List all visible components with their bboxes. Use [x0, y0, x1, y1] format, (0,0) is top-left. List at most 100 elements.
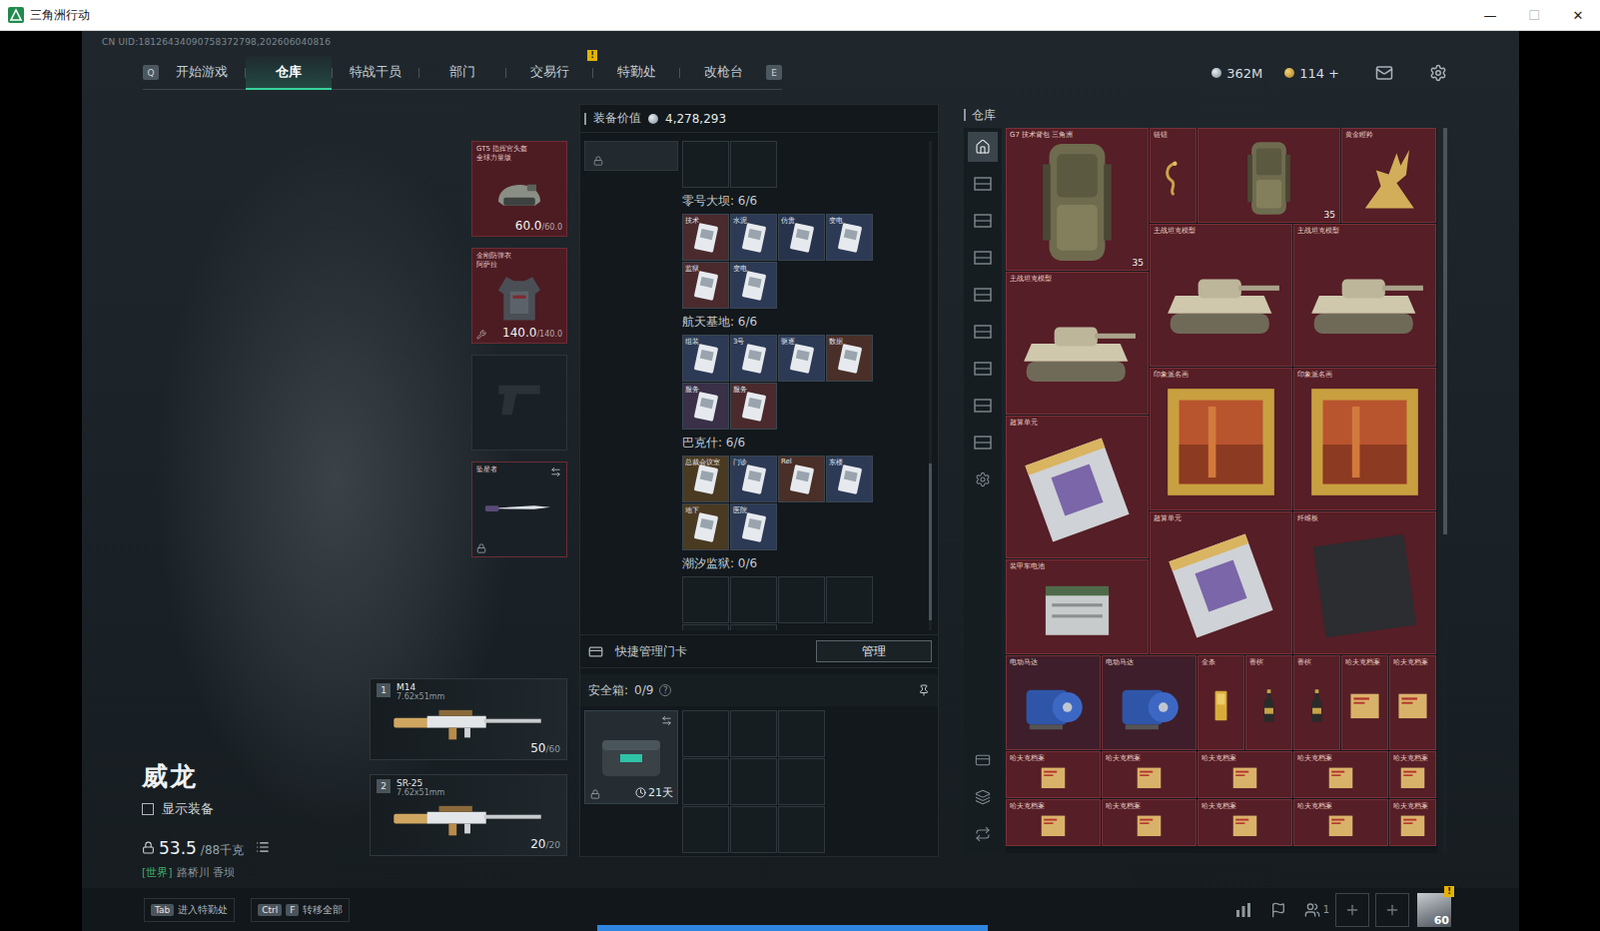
item[interactable]: G7 技术背包 三角洲35	[1005, 127, 1149, 271]
warehouse-tab[interactable]	[967, 131, 998, 162]
empty-cell[interactable]	[730, 805, 778, 853]
key-card[interactable]: 水泥	[730, 213, 778, 261]
item[interactable]: 装甲车电池	[1005, 559, 1149, 655]
key-card[interactable]: 总裁会议室	[682, 455, 730, 503]
key-card[interactable]: 组装	[682, 334, 730, 382]
key-card[interactable]: 变电	[730, 261, 778, 309]
item[interactable]: 哈夫克档案	[1101, 751, 1197, 799]
key-card[interactable]: 服务	[730, 382, 778, 430]
key-card[interactable]: 监狱	[682, 261, 730, 309]
key-card[interactable]: 医院	[730, 503, 778, 551]
empty-cell[interactable]	[730, 576, 778, 624]
empty-cell[interactable]	[778, 805, 825, 853]
item[interactable]: 超算单元	[1005, 415, 1149, 559]
item[interactable]: 哈夫克档案	[1005, 751, 1101, 799]
scroll-thumb[interactable]	[1443, 127, 1448, 535]
empty-cell[interactable]	[778, 710, 825, 758]
nav-tab[interactable]: 开始游戏	[158, 55, 245, 90]
warehouse-tab[interactable]	[967, 390, 998, 421]
gear-slot[interactable]: 坠星者	[471, 461, 568, 558]
item[interactable]: 35	[1197, 127, 1341, 223]
warehouse-tool[interactable]	[967, 782, 998, 812]
currency[interactable]: 362M	[1211, 65, 1263, 81]
add-team-slot[interactable]	[1335, 892, 1370, 927]
key-card[interactable]: 驱逐	[778, 334, 825, 382]
key-card[interactable]: 变电	[825, 213, 873, 261]
weapon-slot[interactable]: 2SR-257.62x51mm20/20	[369, 774, 568, 856]
swap-button[interactable]	[661, 715, 673, 727]
stats-icon[interactable]	[1234, 901, 1253, 918]
warehouse-tab[interactable]	[967, 279, 998, 310]
help-button[interactable]: ?	[659, 684, 672, 697]
add-team-slot[interactable]	[1375, 892, 1410, 927]
window-button[interactable]: ☐	[1512, 0, 1557, 30]
item[interactable]: 香槟	[1245, 655, 1293, 751]
empty-cell[interactable]	[682, 140, 730, 188]
key-card[interactable]: 门诊	[730, 455, 778, 503]
item[interactable]: 哈夫克档案	[1293, 751, 1389, 799]
settings-button[interactable]	[1429, 63, 1448, 82]
item[interactable]: 哈夫克档案	[1389, 655, 1437, 751]
key-hint-button[interactable]: CtrlF转移全部	[250, 897, 350, 922]
mail-button[interactable]	[1375, 63, 1394, 82]
warehouse-tab[interactable]	[967, 427, 998, 458]
player-avatar[interactable]: !60	[1417, 892, 1452, 927]
warehouse-tab[interactable]	[967, 353, 998, 384]
empty-cell[interactable]	[682, 710, 730, 758]
key-card[interactable]: 技术	[682, 213, 730, 261]
item[interactable]: 哈夫克档案	[1197, 799, 1293, 846]
warehouse-tab[interactable]	[967, 242, 998, 273]
item[interactable]: 金条	[1197, 655, 1245, 751]
item[interactable]: 主战坦克模型	[1005, 271, 1149, 415]
swap-button[interactable]	[550, 466, 562, 478]
gear-slot[interactable]: GT5 指挥官头盔全球力量版60.0/60.0	[471, 140, 568, 237]
window-button[interactable]: —	[1468, 0, 1513, 30]
item[interactable]: 超算单元	[1149, 511, 1293, 655]
gear-slot[interactable]	[471, 354, 568, 451]
manage-button[interactable]: 管理	[815, 640, 932, 663]
item[interactable]: 电动马达	[1005, 655, 1101, 751]
empty-cell[interactable]	[778, 576, 825, 624]
empty-cell[interactable]	[730, 140, 778, 188]
item[interactable]: 印象派名画	[1149, 367, 1293, 511]
key-card[interactable]: 东楼	[825, 455, 873, 503]
warehouse-tab[interactable]	[967, 205, 998, 236]
item[interactable]: 黄金瞪羚	[1341, 127, 1437, 223]
empty-cell[interactable]	[730, 624, 778, 631]
item[interactable]: 印象派名画	[1293, 367, 1437, 511]
nav-tab[interactable]: !特勤处	[593, 55, 680, 90]
item[interactable]: 哈夫克档案	[1293, 799, 1389, 846]
item[interactable]: 香槟	[1293, 655, 1341, 751]
item[interactable]: 哈夫克档案	[1197, 751, 1293, 799]
item[interactable]: 链钮	[1149, 127, 1197, 223]
warehouse-tab[interactable]	[967, 168, 998, 199]
item[interactable]: 主战坦克模型	[1293, 223, 1437, 367]
item[interactable]: 哈夫克档案	[1101, 799, 1197, 846]
empty-cell[interactable]	[682, 805, 730, 853]
checkbox[interactable]	[141, 802, 154, 815]
nav-tab[interactable]: 仓库	[245, 55, 332, 90]
key-hint-button[interactable]: Tab进入特勤处	[143, 897, 235, 922]
item[interactable]: 哈夫克档案	[1341, 655, 1389, 751]
empty-cell[interactable]	[825, 576, 873, 624]
item[interactable]: 纤维板	[1293, 511, 1437, 655]
nav-tab[interactable]: 特战干员	[332, 55, 419, 90]
scroll-thumb[interactable]	[928, 463, 932, 621]
item[interactable]: 哈夫克档案	[1389, 751, 1437, 799]
empty-cell[interactable]	[682, 576, 730, 624]
currency[interactable]: 114 +	[1284, 65, 1340, 81]
empty-cell[interactable]	[730, 758, 778, 805]
empty-cell[interactable]	[778, 758, 825, 805]
show-equipment-toggle[interactable]: 显示装备	[141, 800, 270, 818]
warehouse-tool[interactable]	[967, 745, 998, 776]
nav-tab[interactable]: 部门	[419, 55, 506, 90]
item[interactable]: 哈夫克档案	[1389, 799, 1437, 846]
item[interactable]: 主战坦克模型	[1149, 223, 1293, 367]
key-card[interactable]: 仿贵	[778, 213, 825, 261]
warehouse-tab[interactable]	[967, 464, 998, 495]
warehouse-tab[interactable]	[967, 316, 998, 347]
item[interactable]: 电动马达	[1101, 655, 1197, 751]
item[interactable]: 哈夫克档案	[1005, 799, 1101, 846]
weapon-slot[interactable]: 1M147.62x51mm50/60	[369, 678, 568, 761]
key-card[interactable]: 地下	[682, 503, 730, 551]
